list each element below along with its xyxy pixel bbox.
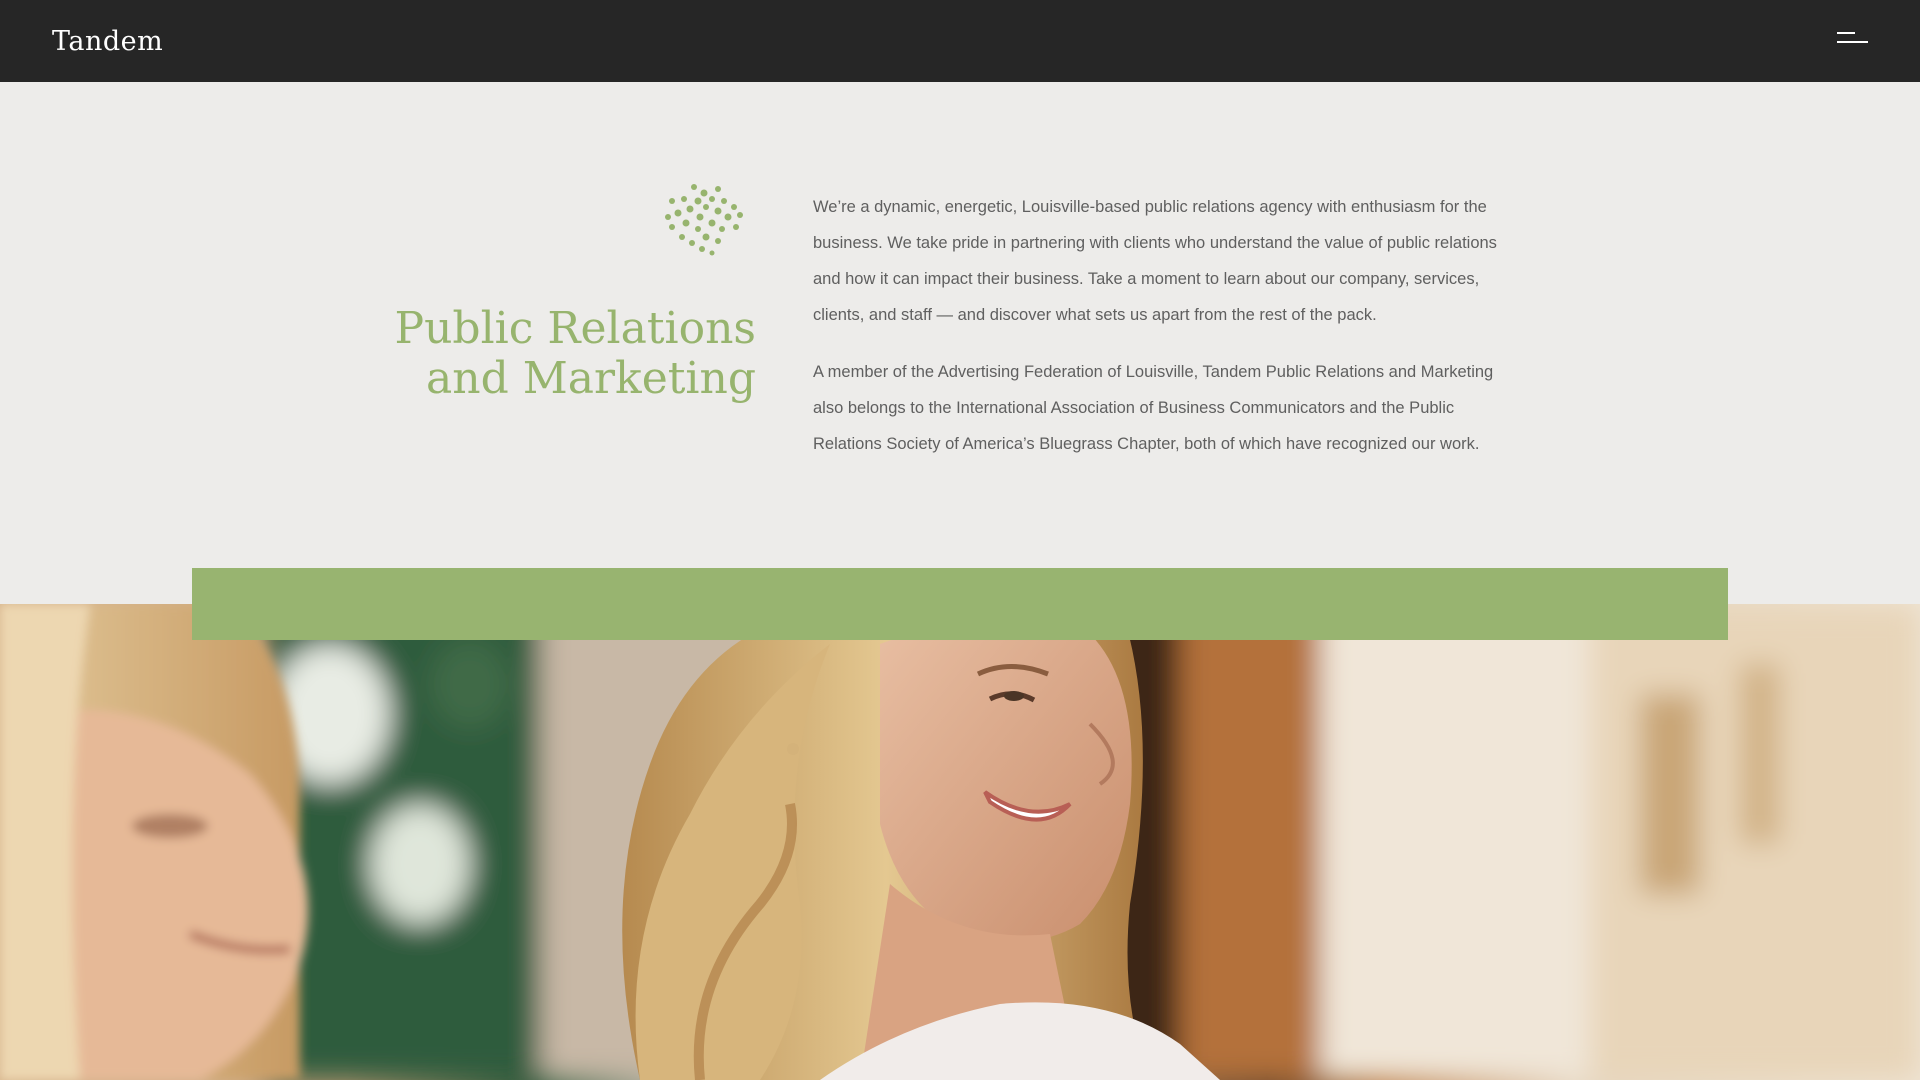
- menu-bar-long: [1837, 41, 1868, 43]
- intro-paragraph-1: We’re a dynamic, energetic, Louisville-b…: [813, 198, 1497, 324]
- accent-band: [192, 568, 1728, 640]
- headline-line-2: and Marketing: [426, 353, 756, 404]
- page-headline: Public Relations and Marketing: [340, 304, 756, 404]
- headline-line-1: Public Relations: [394, 303, 756, 354]
- intro-paragraph-2: A member of the Advertising Federation o…: [813, 363, 1494, 453]
- site-logo[interactable]: Tandem: [52, 22, 163, 62]
- hero-photo-illustration: [0, 604, 1920, 1080]
- menu-bar-short: [1837, 32, 1855, 34]
- green-dot-burst-icon: [665, 184, 743, 256]
- hamburger-menu-icon[interactable]: [1832, 24, 1872, 54]
- site-header: Tandem: [0, 0, 1920, 82]
- hero-photo: [0, 604, 1920, 1080]
- intro-copy: We’re a dynamic, energetic, Louisville-b…: [813, 189, 1513, 483]
